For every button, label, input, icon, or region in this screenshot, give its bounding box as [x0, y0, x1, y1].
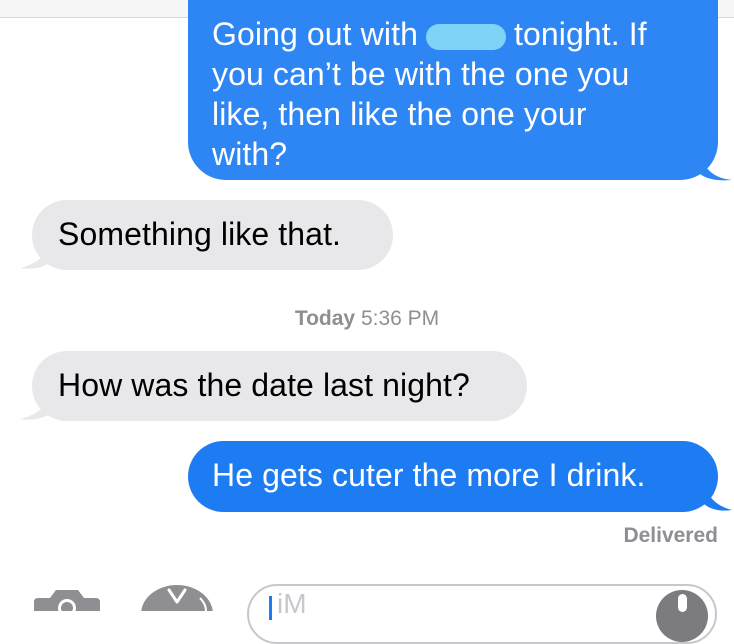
text-cursor — [269, 596, 272, 620]
message-input[interactable]: iM — [247, 584, 717, 644]
microphone-glyph — [678, 594, 687, 612]
received-message-bubble[interactable]: How was the date last night? — [32, 351, 527, 421]
bubble-tail — [20, 236, 54, 269]
message-line: like, then like the one your — [212, 96, 587, 132]
bubble-tail — [700, 152, 732, 181]
input-placeholder: iM — [277, 588, 307, 619]
message-text: He gets cuter the more I drink. — [212, 457, 646, 493]
message-line: with? — [212, 136, 288, 172]
sent-message-bubble[interactable]: Going out with tonight. If you can’t be w… — [188, 0, 718, 180]
camera-icon[interactable] — [32, 588, 102, 611]
message-text: How was the date last night? — [58, 367, 470, 403]
message-text: Going out with — [212, 16, 418, 52]
bubble-tail — [20, 387, 54, 420]
timestamp-day: Today — [294, 307, 356, 330]
message-line: you can’t be with the one you — [212, 56, 630, 92]
redacted-name — [425, 23, 506, 50]
timestamp-time: 5:36 PM — [360, 307, 440, 330]
received-message-bubble[interactable]: Something like that. — [32, 200, 393, 270]
bubble-tail — [702, 478, 732, 511]
sent-message-bubble[interactable]: He gets cuter the more I drink. — [188, 441, 718, 512]
message-text: tonight. If — [513, 16, 647, 52]
microphone-icon[interactable] — [656, 590, 708, 642]
app-store-icon[interactable] — [140, 584, 214, 611]
message-text: Something like that. — [58, 216, 342, 252]
message-line: Going out with tonight. If — [212, 14, 698, 54]
delivery-status: Delivered — [623, 524, 718, 547]
timestamp: Today 5:36 PM — [0, 307, 734, 331]
